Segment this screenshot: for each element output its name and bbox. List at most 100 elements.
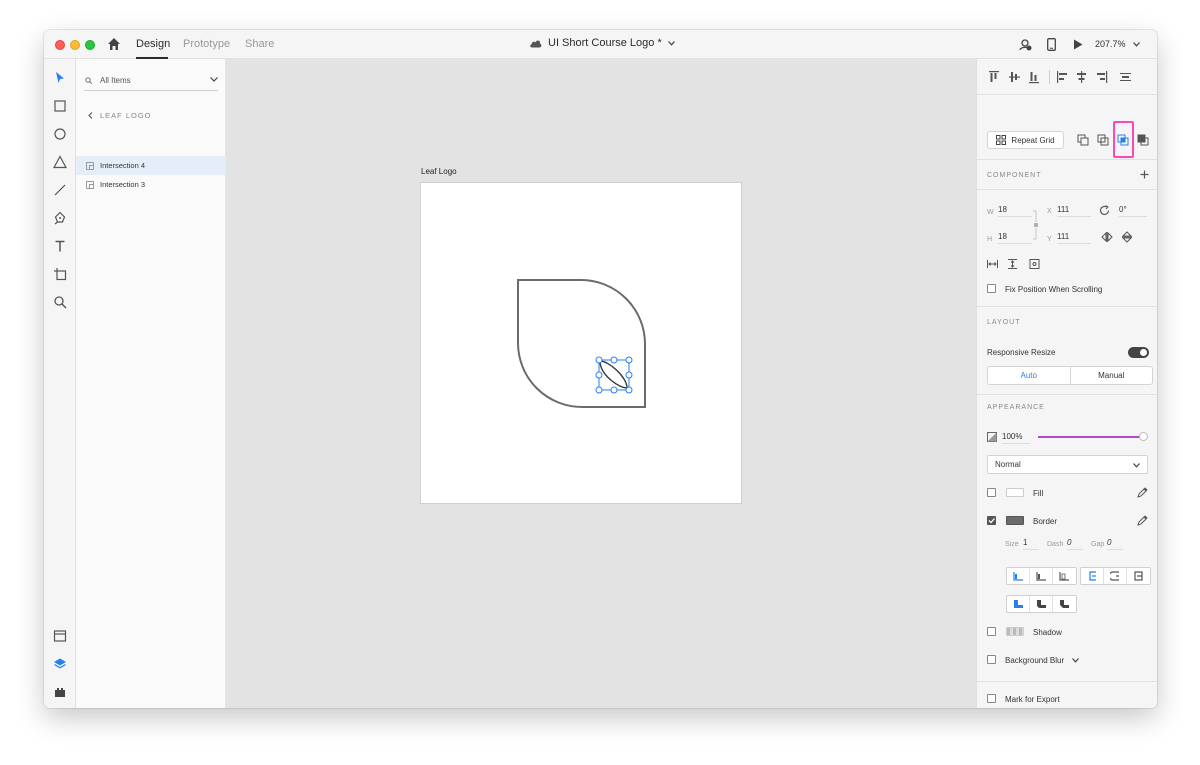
intersection-icon bbox=[86, 180, 94, 189]
play-icon[interactable] bbox=[1073, 39, 1083, 50]
blend-mode-select[interactable]: Normal bbox=[987, 455, 1148, 474]
background-blur-checkbox[interactable] bbox=[987, 655, 996, 664]
repeat-grid-icon bbox=[996, 135, 1007, 145]
fixed-height-icon[interactable] bbox=[1008, 259, 1017, 269]
chevron-down-icon[interactable] bbox=[1072, 658, 1079, 663]
opacity-icon bbox=[987, 432, 997, 442]
artboard-tool-icon[interactable] bbox=[53, 267, 67, 281]
distribute-icon[interactable] bbox=[1120, 73, 1131, 81]
fixed-width-icon[interactable] bbox=[987, 260, 998, 268]
pin-icon[interactable] bbox=[1029, 259, 1040, 269]
maximize-window-button[interactable] bbox=[85, 40, 95, 50]
flip-horizontal-icon[interactable] bbox=[1101, 232, 1113, 242]
mark-export-checkbox[interactable] bbox=[987, 694, 996, 703]
fix-position-checkbox[interactable] bbox=[987, 284, 996, 293]
x-field[interactable]: 111 bbox=[1057, 205, 1091, 217]
square-cap-icon[interactable] bbox=[1053, 568, 1076, 584]
document-assets-icon[interactable] bbox=[53, 629, 67, 643]
layer-item-intersection-4[interactable]: Intersection 4 bbox=[76, 156, 226, 175]
text-tool-icon[interactable] bbox=[53, 239, 67, 253]
artboard-leaf-logo[interactable] bbox=[420, 182, 742, 504]
dash-field[interactable]: 0 bbox=[1067, 538, 1083, 550]
cloud-icon bbox=[530, 40, 542, 47]
home-icon[interactable] bbox=[107, 37, 121, 51]
width-field[interactable]: 18 bbox=[998, 205, 1032, 217]
leaf-logo-shape[interactable] bbox=[421, 183, 743, 505]
tab-share[interactable]: Share bbox=[245, 38, 274, 50]
artboard-label[interactable]: Leaf Logo bbox=[421, 167, 457, 176]
rectangle-tool-icon[interactable] bbox=[53, 99, 67, 113]
y-field[interactable]: 111 bbox=[1057, 232, 1091, 244]
eyedropper-icon[interactable] bbox=[1137, 515, 1148, 526]
align-center-icon[interactable] bbox=[1077, 71, 1086, 83]
manual-option[interactable]: Manual bbox=[1071, 367, 1153, 384]
xd-window: Design Prototype Share UI Short Course L… bbox=[44, 30, 1157, 708]
layers-icon[interactable] bbox=[53, 657, 67, 671]
round-join-icon[interactable] bbox=[1030, 596, 1053, 612]
fill-swatch[interactable] bbox=[1006, 488, 1024, 497]
height-field[interactable]: 18 bbox=[998, 232, 1032, 244]
align-middle-icon[interactable] bbox=[1009, 72, 1020, 82]
opacity-slider-track[interactable] bbox=[1038, 436, 1143, 438]
eyedropper-icon[interactable] bbox=[1137, 487, 1148, 498]
layer-filter-label: All Items bbox=[100, 76, 131, 85]
round-cap-icon[interactable] bbox=[1030, 568, 1053, 584]
shadow-checkbox[interactable] bbox=[987, 627, 996, 636]
subtract-boolean-icon[interactable] bbox=[1097, 134, 1109, 146]
align-bottom-icon[interactable] bbox=[1029, 72, 1039, 84]
size-label: Size bbox=[1005, 541, 1019, 548]
document-title[interactable]: UI Short Course Logo * bbox=[529, 37, 675, 49]
flip-vertical-icon[interactable] bbox=[1122, 231, 1132, 243]
outer-stroke-icon[interactable] bbox=[1104, 568, 1127, 584]
rotation-field[interactable]: 0° bbox=[1119, 205, 1147, 217]
butt-cap-icon[interactable] bbox=[1007, 568, 1030, 584]
inner-stroke-icon[interactable] bbox=[1081, 568, 1104, 584]
plugins-icon[interactable] bbox=[53, 685, 67, 699]
appearance-title: APPEARANCE bbox=[987, 404, 1045, 411]
ellipse-tool-icon[interactable] bbox=[53, 127, 67, 141]
bevel-join-icon[interactable] bbox=[1053, 596, 1076, 612]
opacity-slider-knob[interactable] bbox=[1139, 432, 1148, 441]
gap-field[interactable]: 0 bbox=[1107, 538, 1123, 550]
tab-design[interactable]: Design bbox=[136, 38, 170, 50]
layer-filter-select[interactable]: All Items bbox=[84, 69, 218, 91]
tab-prototype[interactable]: Prototype bbox=[183, 38, 230, 50]
close-window-button[interactable] bbox=[55, 40, 65, 50]
align-right-icon[interactable] bbox=[1097, 71, 1108, 83]
size-field[interactable]: 1 bbox=[1023, 538, 1039, 550]
layers-breadcrumb[interactable]: LEAF LOGO bbox=[88, 111, 152, 120]
opacity-field[interactable]: 100% bbox=[1002, 432, 1030, 444]
responsive-resize-toggle[interactable] bbox=[1128, 347, 1149, 358]
divider bbox=[977, 189, 1157, 190]
fill-checkbox[interactable] bbox=[987, 488, 996, 497]
border-swatch[interactable] bbox=[1006, 516, 1024, 525]
zoom-level[interactable]: 207.7% bbox=[1095, 39, 1126, 49]
select-tool-icon[interactable] bbox=[53, 71, 67, 85]
add-boolean-icon[interactable] bbox=[1077, 134, 1089, 146]
shadow-swatch[interactable] bbox=[1006, 627, 1024, 636]
align-top-icon[interactable] bbox=[989, 71, 999, 82]
add-component-icon[interactable] bbox=[1140, 170, 1149, 179]
divider bbox=[977, 306, 1157, 307]
center-stroke-icon[interactable] bbox=[1127, 568, 1150, 584]
zoom-chevron-icon[interactable] bbox=[1133, 42, 1140, 47]
layer-item-intersection-3[interactable]: Intersection 3 bbox=[76, 175, 226, 194]
auto-option[interactable]: Auto bbox=[988, 367, 1071, 384]
pen-tool-icon[interactable] bbox=[53, 211, 67, 225]
lock-aspect-icon[interactable] bbox=[1032, 209, 1040, 241]
rotate-icon bbox=[1099, 205, 1110, 216]
zoom-tool-icon[interactable] bbox=[53, 295, 67, 309]
border-checkbox[interactable] bbox=[987, 516, 996, 525]
align-left-icon[interactable] bbox=[1057, 71, 1067, 83]
minimize-window-button[interactable] bbox=[70, 40, 80, 50]
exclude-overlap-icon[interactable] bbox=[1137, 134, 1149, 146]
share-user-icon[interactable] bbox=[1019, 38, 1032, 51]
line-tool-icon[interactable] bbox=[53, 183, 67, 197]
canvas-area[interactable]: Leaf Logo bbox=[226, 59, 976, 708]
stroke-position-group bbox=[1080, 567, 1151, 585]
miter-join-icon[interactable] bbox=[1007, 596, 1030, 612]
device-preview-icon[interactable] bbox=[1047, 38, 1056, 51]
fill-label: Fill bbox=[1033, 489, 1044, 498]
repeat-grid-button[interactable]: Repeat Grid bbox=[987, 131, 1064, 149]
polygon-tool-icon[interactable] bbox=[53, 155, 67, 169]
